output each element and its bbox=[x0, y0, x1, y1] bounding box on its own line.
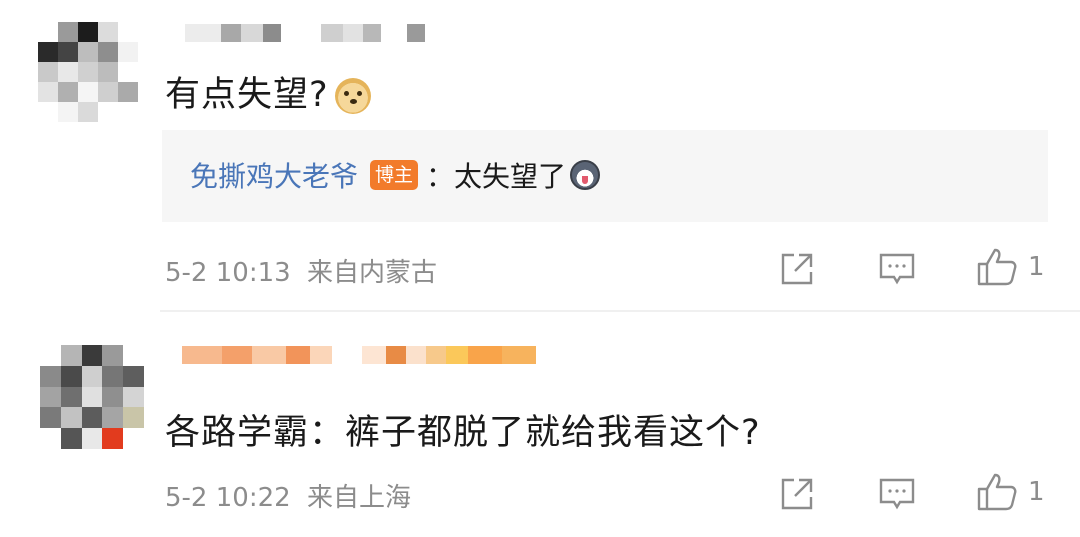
avatar[interactable] bbox=[40, 345, 144, 449]
comment-location: 来自上海 bbox=[306, 483, 411, 513]
share-button[interactable] bbox=[778, 475, 816, 513]
comment-button[interactable] bbox=[877, 250, 917, 288]
comment-icon bbox=[879, 478, 915, 510]
doge-emoji-icon bbox=[334, 78, 371, 114]
husky-emoji-icon bbox=[570, 160, 601, 190]
reply-box[interactable]: 免撕鸡大老爷 博主 ： 太失望了 bbox=[162, 130, 1048, 222]
author-badge: 博主 bbox=[370, 160, 419, 190]
comment-meta: 5-2 10:22 来自上海 bbox=[165, 477, 411, 514]
like-icon bbox=[977, 473, 1017, 511]
divider bbox=[160, 310, 1080, 312]
like-button[interactable]: 1 bbox=[976, 471, 1045, 513]
comment-meta: 5-2 10:13 来自内蒙古 bbox=[165, 252, 437, 289]
comment-item: 各路学霸：裤子都脱了就给我看这个? 5-2 10:22 来自上海 1 bbox=[0, 318, 1080, 537]
reply-author-link[interactable]: 免撕鸡大老爷 bbox=[190, 155, 358, 195]
reply-line: 免撕鸡大老爷 博主 ： 太失望了 bbox=[190, 155, 601, 195]
like-button[interactable]: 1 bbox=[976, 246, 1045, 288]
share-button[interactable] bbox=[778, 250, 816, 288]
comment-time: 5-2 10:13 bbox=[165, 258, 291, 288]
comment-icon bbox=[879, 253, 915, 285]
avatar[interactable] bbox=[38, 22, 138, 122]
comment-time: 5-2 10:22 bbox=[165, 483, 291, 513]
like-icon bbox=[977, 248, 1017, 286]
share-icon bbox=[781, 253, 813, 285]
comment-text: 各路学霸：裤子都脱了就给我看这个? bbox=[165, 413, 761, 453]
reply-separator: ： bbox=[426, 160, 455, 193]
like-count: 1 bbox=[1028, 477, 1045, 507]
user-name-blurred[interactable] bbox=[182, 346, 536, 364]
share-icon bbox=[781, 478, 813, 510]
like-count: 1 bbox=[1028, 252, 1045, 282]
comment-button[interactable] bbox=[877, 475, 917, 513]
comment-text: 有点失望? bbox=[165, 66, 371, 117]
comment-location: 来自内蒙古 bbox=[306, 258, 437, 288]
comment-text-content: 有点失望? bbox=[165, 75, 329, 115]
reply-text: 太失望了 bbox=[454, 160, 567, 193]
comment-item: 有点失望? 免撕鸡大老爷 博主 ： 太失望了 5-2 10:13 来自内蒙古 1 bbox=[0, 0, 1080, 318]
user-name-blurred[interactable] bbox=[185, 24, 425, 42]
